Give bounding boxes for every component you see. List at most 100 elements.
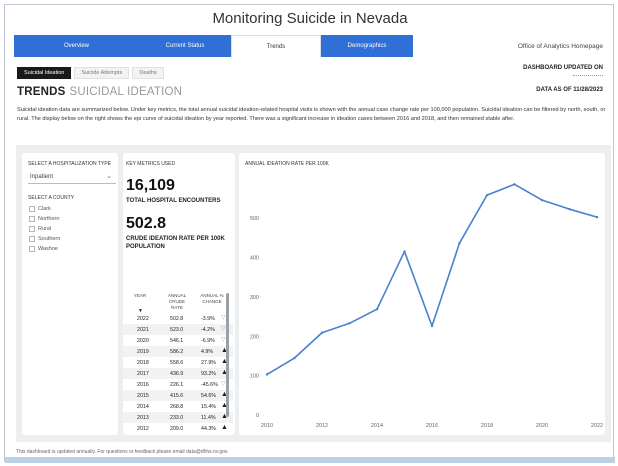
row-year: 2020 <box>137 337 149 344</box>
tab-trends[interactable]: Trends <box>231 35 321 57</box>
tab-current-status[interactable]: Current Status <box>139 35 231 57</box>
tab-overview[interactable]: Overview <box>14 35 139 57</box>
row-year: 2018 <box>137 359 149 366</box>
table-row: 2019 586.2 4.9% ▲ <box>123 346 233 357</box>
county-option-clark[interactable]: Clark <box>29 204 60 214</box>
subtab-suicidal-ideation[interactable]: Suicidal Ideation <box>17 67 72 79</box>
hosp-type-select[interactable]: Inpatient ⌄ <box>28 170 116 184</box>
updated-date-placeholder <box>573 75 603 76</box>
section-heading: TRENDS SUICIDAL IDEATION <box>17 86 182 98</box>
dashboard-frame: Monitoring Suicide in Nevada Overview Cu… <box>4 4 615 463</box>
subtab-suicide-attempts[interactable]: Suicide Attempts <box>74 67 130 79</box>
table-row: 2018 558.6 27.9% ▲ <box>123 357 233 368</box>
data-point[interactable] <box>320 331 324 334</box>
col-header-rate[interactable]: ANNUAL CRUDE RATE <box>163 293 191 311</box>
total-encounters-value: 16,109 <box>126 177 175 194</box>
table-row: 2022 502.8 -3.9% ▽ <box>123 313 233 324</box>
data-point[interactable] <box>375 308 379 311</box>
row-rate: 268.8 <box>170 403 184 410</box>
county-option-rural[interactable]: Rural <box>29 224 60 234</box>
row-change: -4.2% <box>201 326 215 333</box>
row-year: 2012 <box>137 425 149 432</box>
table-row: 2021 523.0 -4.2% ▽ <box>123 324 233 335</box>
col-header-year[interactable]: YEAR <box>132 293 148 299</box>
y-tick-label: 300 <box>250 295 259 301</box>
crude-rate-value: 502.8 <box>126 215 167 232</box>
row-change: -6.9% <box>201 337 215 344</box>
main-tabs: Overview Current Status Trends Demograph… <box>14 35 413 57</box>
row-change: 54.6% <box>201 392 217 399</box>
checkbox[interactable] <box>29 246 35 252</box>
row-rate: 586.2 <box>170 348 184 355</box>
data-point[interactable] <box>403 250 406 253</box>
table-row: 2016 226.1 -45.6% ▽ <box>123 379 233 390</box>
description-text: Suicidal ideation data are summarized be… <box>17 107 606 122</box>
table-row: 2014 268.8 15.4% ▲ <box>123 401 233 412</box>
y-tick-label: 400 <box>250 256 259 262</box>
table-row: 2012 209.0 44.3% ▲ <box>123 423 233 433</box>
row-year: 2021 <box>137 326 149 333</box>
data-point[interactable] <box>595 215 599 219</box>
data-point[interactable] <box>568 207 571 211</box>
x-tick-label: 2022 <box>591 423 603 429</box>
y-tick-label: 100 <box>250 374 259 380</box>
x-tick-label: 2010 <box>261 423 273 429</box>
x-tick-label: 2016 <box>426 423 438 429</box>
tab-demographics[interactable]: Demographics <box>321 35 413 57</box>
metrics-label: KEY METRICS USED <box>126 161 176 167</box>
row-year: 2015 <box>137 392 149 399</box>
series-line[interactable] <box>266 183 598 376</box>
row-rate: 558.6 <box>170 359 184 366</box>
data-point[interactable] <box>513 183 516 186</box>
row-year: 2022 <box>137 315 149 322</box>
county-option-washoe[interactable]: Washoe <box>29 244 60 254</box>
col-header-change[interactable]: ANNUAL % CHANGE <box>199 293 225 305</box>
checkbox[interactable] <box>29 206 35 212</box>
x-tick-label: 2014 <box>371 423 383 429</box>
row-rate: 502.8 <box>170 315 184 322</box>
row-year: 2019 <box>137 348 149 355</box>
row-year: 2013 <box>137 414 149 421</box>
data-point[interactable] <box>485 193 489 197</box>
checkbox[interactable] <box>29 236 35 242</box>
data-point[interactable] <box>265 373 269 376</box>
row-rate: 523.0 <box>170 326 184 333</box>
data-point[interactable] <box>348 322 351 325</box>
table-row: 2020 546.1 -6.9% ▽ <box>123 335 233 346</box>
page-title: Monitoring Suicide in Nevada <box>212 10 408 27</box>
dashboard-updated-label: DASHBOARD UPDATED ON <box>523 65 603 76</box>
ideation-line-chart: 0 100 200 300 400 500 2010 2012 2014 2016 2018 2020… <box>250 183 603 429</box>
checkbox[interactable] <box>29 226 35 232</box>
metrics-card: KEY METRICS USED 16,109 TOTAL HOSPITAL E… <box>123 153 235 435</box>
county-option-southern[interactable]: Southern <box>29 234 60 244</box>
row-year: 2014 <box>137 403 149 410</box>
y-tick-label: 500 <box>250 216 259 222</box>
trend-down-icon: ▽ <box>221 326 226 332</box>
county-label: SELECT A COUNTY <box>28 195 75 201</box>
row-change: 11.4% <box>201 414 216 421</box>
row-change: -45.6% <box>201 381 218 388</box>
homepage-link[interactable]: Office of Analytics Homepage <box>518 43 603 50</box>
footer-text: This dashboard is updated annually. For … <box>16 449 229 455</box>
row-change: 4.9% <box>201 348 214 355</box>
chart-card: ANNUAL IDEATION RATE PER 100K 0 100 200 300… <box>239 153 605 435</box>
county-list: Clark Northern Rural Southern Washoe <box>29 204 60 254</box>
row-rate: 226.1 <box>170 381 184 388</box>
table-row: 2017 436.9 93.2% ▲ <box>123 368 233 379</box>
dashboard-panel: SELECT A HOSPITALIZATION TYPE Inpatient … <box>16 145 611 442</box>
data-point[interactable] <box>540 198 544 202</box>
data-point[interactable] <box>293 356 296 360</box>
subtab-deaths[interactable]: Deaths <box>132 67 164 79</box>
bottom-bar <box>5 457 615 463</box>
county-option-northern[interactable]: Northern <box>29 214 60 224</box>
filter-card: SELECT A HOSPITALIZATION TYPE Inpatient … <box>22 153 118 435</box>
data-point[interactable] <box>458 241 461 245</box>
table-row: 2013 233.0 11.4% ▲ <box>123 412 233 423</box>
table-scrollbar[interactable] <box>226 293 229 417</box>
row-change: 93.2% <box>201 370 217 377</box>
data-point[interactable] <box>430 324 434 328</box>
x-tick-label: 2018 <box>481 423 493 429</box>
checkbox[interactable] <box>29 216 35 222</box>
row-change: 15.4% <box>201 403 217 410</box>
heading-sub: SUICIDAL IDEATION <box>69 86 183 98</box>
